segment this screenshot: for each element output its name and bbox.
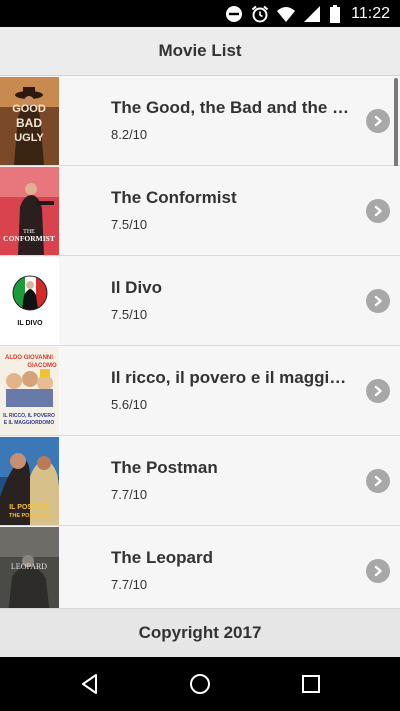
movie-list-item[interactable]: GOOD BAD UGLY The Good, the Bad and the …	[0, 76, 400, 230]
svg-text:GOOD: GOOD	[12, 103, 46, 115]
chevron-right-icon[interactable]	[366, 109, 390, 133]
wifi-icon	[277, 5, 296, 23]
movie-list-item[interactable]: THE CONFORMIST The Conformist 7.5/10	[0, 166, 400, 256]
movie-poster: IL POSTINO THE POSTMAN	[0, 437, 59, 525]
screen: 11:22 Movie List GOOD BAD UGLY The Good,…	[0, 0, 400, 711]
do-not-disturb-icon	[225, 5, 243, 23]
chevron-right-icon[interactable]	[366, 289, 390, 313]
svg-text:CONFORMIST: CONFORMIST	[3, 234, 55, 243]
status-bar: 11:22	[0, 0, 400, 27]
movie-rating: 5.6/10	[111, 397, 148, 412]
movie-poster: LEOPARD	[0, 527, 59, 608]
movie-title: Il ricco, il povero e il maggiordomo	[111, 368, 356, 387]
movie-poster: ALDO GIOVANNI GIACOMO IL RICCO, IL POVER…	[0, 347, 59, 435]
battery-icon	[329, 4, 341, 23]
chevron-right-icon[interactable]	[366, 469, 390, 493]
movie-rating: 7.7/10	[111, 487, 148, 502]
app-header: Movie List	[0, 27, 400, 76]
movie-poster: IL DIVO	[0, 257, 59, 345]
movie-title: The Postman	[111, 458, 218, 477]
signal-icon	[303, 5, 321, 23]
svg-text:GIACOMO: GIACOMO	[27, 363, 57, 369]
movie-rating: 7.7/10	[111, 577, 148, 592]
movie-list-item[interactable]: LEOPARD The Leopard 7.7/10	[0, 526, 400, 608]
movie-rating: 7.5/10	[111, 307, 148, 322]
alarm-icon	[251, 5, 269, 23]
svg-text:IL RICCO, IL POVERO: IL RICCO, IL POVERO	[3, 413, 55, 419]
chevron-right-icon[interactable]	[366, 199, 390, 223]
home-icon[interactable]	[188, 672, 212, 696]
svg-text:IL DIVO: IL DIVO	[17, 320, 43, 327]
navigation-bar	[0, 657, 400, 711]
svg-text:E IL MAGGIORDOMO: E IL MAGGIORDOMO	[4, 420, 55, 426]
chevron-right-icon[interactable]	[366, 559, 390, 583]
svg-text:ALDO GIOVANNI: ALDO GIOVANNI	[5, 355, 53, 361]
movie-list-item[interactable]: IL POSTINO THE POSTMAN The Postman 7.7/1…	[0, 436, 400, 526]
movie-poster: GOOD BAD UGLY	[0, 77, 59, 165]
page-title: Movie List	[158, 41, 242, 60]
svg-text:LEOPARD: LEOPARD	[11, 562, 47, 571]
back-icon[interactable]	[78, 672, 102, 696]
app-footer: Copyright 2017	[0, 608, 400, 657]
svg-text:THE POSTMAN: THE POSTMAN	[9, 513, 49, 519]
movie-rating: 7.5/10	[111, 217, 148, 232]
chevron-right-icon[interactable]	[366, 379, 390, 403]
movie-rating: 8.2/10	[111, 127, 148, 142]
movie-list-item[interactable]: IL DIVO Il Divo 7.5/10	[0, 256, 400, 346]
movie-title: The Good, the Bad and the Ugly	[111, 98, 356, 117]
movie-title: The Conformist	[111, 188, 237, 207]
svg-text:IL POSTINO: IL POSTINO	[9, 504, 49, 511]
svg-text:BAD: BAD	[16, 116, 42, 130]
movie-poster: THE CONFORMIST	[0, 167, 59, 255]
svg-text:UGLY: UGLY	[14, 132, 44, 144]
movie-list[interactable]: GOOD BAD UGLY The Good, the Bad and the …	[0, 76, 400, 608]
recents-icon[interactable]	[299, 672, 323, 696]
movie-list-item[interactable]: ALDO GIOVANNI GIACOMO IL RICCO, IL POVER…	[0, 346, 400, 436]
movie-title: Il Divo	[111, 278, 163, 297]
copyright-text: Copyright 2017	[138, 623, 262, 642]
status-clock: 11:22	[351, 4, 390, 22]
movie-title: The Leopard	[111, 548, 214, 567]
